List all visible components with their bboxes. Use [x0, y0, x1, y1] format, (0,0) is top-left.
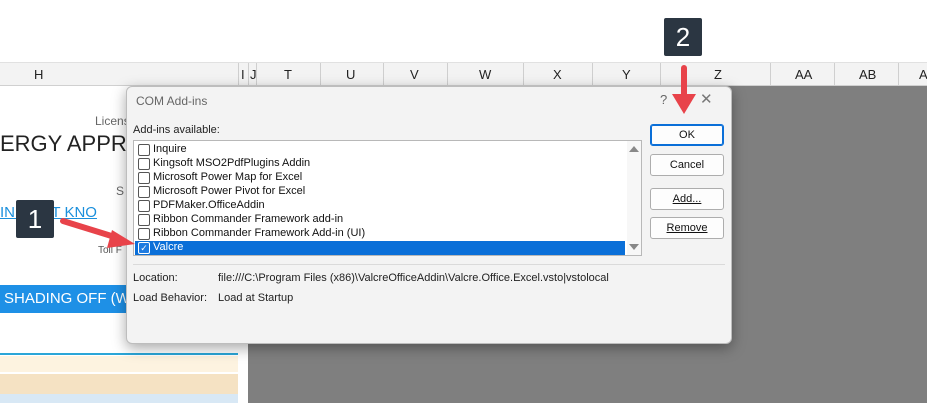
checkbox-checked[interactable]: ✓ — [138, 242, 150, 254]
list-item-label: Kingsoft MSO2PdfPlugins Addin — [153, 157, 311, 169]
column-z[interactable]: Z — [714, 67, 722, 82]
add-button[interactable]: Add... — [650, 188, 724, 210]
column-aa[interactable]: AA — [795, 67, 812, 82]
sheet-band — [0, 356, 238, 372]
ok-button[interactable]: OK — [650, 124, 724, 146]
list-item[interactable]: Inquire — [135, 143, 625, 157]
column-i[interactable]: I — [241, 67, 245, 82]
checkbox[interactable] — [138, 172, 150, 184]
sheet-band — [0, 394, 238, 403]
close-icon[interactable]: ✕ — [700, 90, 713, 108]
list-item-label: Ribbon Commander Framework Add-in (UI) — [153, 227, 366, 239]
s-text: S — [116, 184, 125, 198]
list-item-label: Valcre — [153, 241, 184, 253]
list-item[interactable]: Microsoft Power Pivot for Excel — [135, 185, 625, 199]
checkbox[interactable] — [138, 186, 150, 198]
list-item-label: Ribbon Commander Framework add-in — [153, 213, 344, 225]
column-v[interactable]: V — [410, 67, 419, 82]
list-item-label: PDFMaker.OfficeAddin — [153, 199, 265, 211]
column-x[interactable]: X — [553, 67, 562, 82]
step-2-badge: 2 — [664, 18, 702, 56]
com-addins-dialog: COM Add-ins ? ✕ Add-ins available: Inqui… — [126, 86, 732, 344]
checkbox[interactable] — [138, 144, 150, 156]
divider — [133, 264, 725, 265]
addins-available-label: Add-ins available: — [133, 124, 220, 136]
addins-list[interactable]: Inquire Kingsoft MSO2PdfPlugins Addin Mi… — [133, 140, 642, 256]
step-1-badge: 1 — [16, 200, 54, 238]
column-t[interactable]: T — [284, 67, 292, 82]
blue-divider — [0, 353, 238, 355]
licence-text: Licens — [95, 114, 130, 128]
scroll-down-icon[interactable] — [629, 244, 639, 250]
column-header-row: H I J T U V W X Y Z AA AB A — [0, 63, 927, 86]
list-item-label: Microsoft Power Map for Excel — [153, 171, 303, 183]
list-item[interactable]: Microsoft Power Map for Excel — [135, 171, 625, 185]
list-scrollbar[interactable] — [627, 141, 641, 255]
column-y[interactable]: Y — [622, 67, 631, 82]
load-behavior-value: Load at Startup — [218, 292, 294, 304]
help-icon[interactable]: ? — [660, 92, 667, 107]
checkbox[interactable] — [138, 158, 150, 170]
dialog-title: COM Add-ins — [136, 94, 208, 108]
checkbox[interactable] — [138, 214, 150, 226]
list-item[interactable]: Kingsoft MSO2PdfPlugins Addin — [135, 157, 625, 171]
checkbox[interactable] — [138, 228, 150, 240]
location-value: file:///C:\Program Files (x86)\ValcreOff… — [218, 272, 609, 284]
column-u[interactable]: U — [346, 67, 355, 82]
remove-button[interactable]: Remove — [650, 217, 724, 239]
column-h[interactable]: H — [34, 67, 43, 82]
scroll-up-icon[interactable] — [629, 146, 639, 152]
shading-off-label: SHADING OFF (WI — [4, 290, 134, 307]
sheet-band — [0, 374, 238, 394]
list-item[interactable]: Ribbon Commander Framework Add-in (UI) — [135, 227, 625, 241]
list-item-label: Inquire — [153, 143, 187, 155]
load-behavior-label: Load Behavior: — [133, 292, 207, 304]
list-item-label: Microsoft Power Pivot for Excel — [153, 185, 306, 197]
column-ab[interactable]: AB — [859, 67, 876, 82]
checkbox[interactable] — [138, 200, 150, 212]
list-item[interactable]: PDFMaker.OfficeAddin — [135, 199, 625, 213]
list-item-valcre[interactable]: ✓ Valcre — [135, 241, 625, 255]
location-label: Location: — [133, 272, 178, 284]
column-a[interactable]: A — [919, 67, 927, 82]
ribbon-area — [0, 0, 927, 63]
cancel-button[interactable]: Cancel — [650, 154, 724, 176]
column-w[interactable]: W — [479, 67, 491, 82]
list-item[interactable]: Ribbon Commander Framework add-in — [135, 213, 625, 227]
toll-text: Toll F — [98, 245, 122, 256]
